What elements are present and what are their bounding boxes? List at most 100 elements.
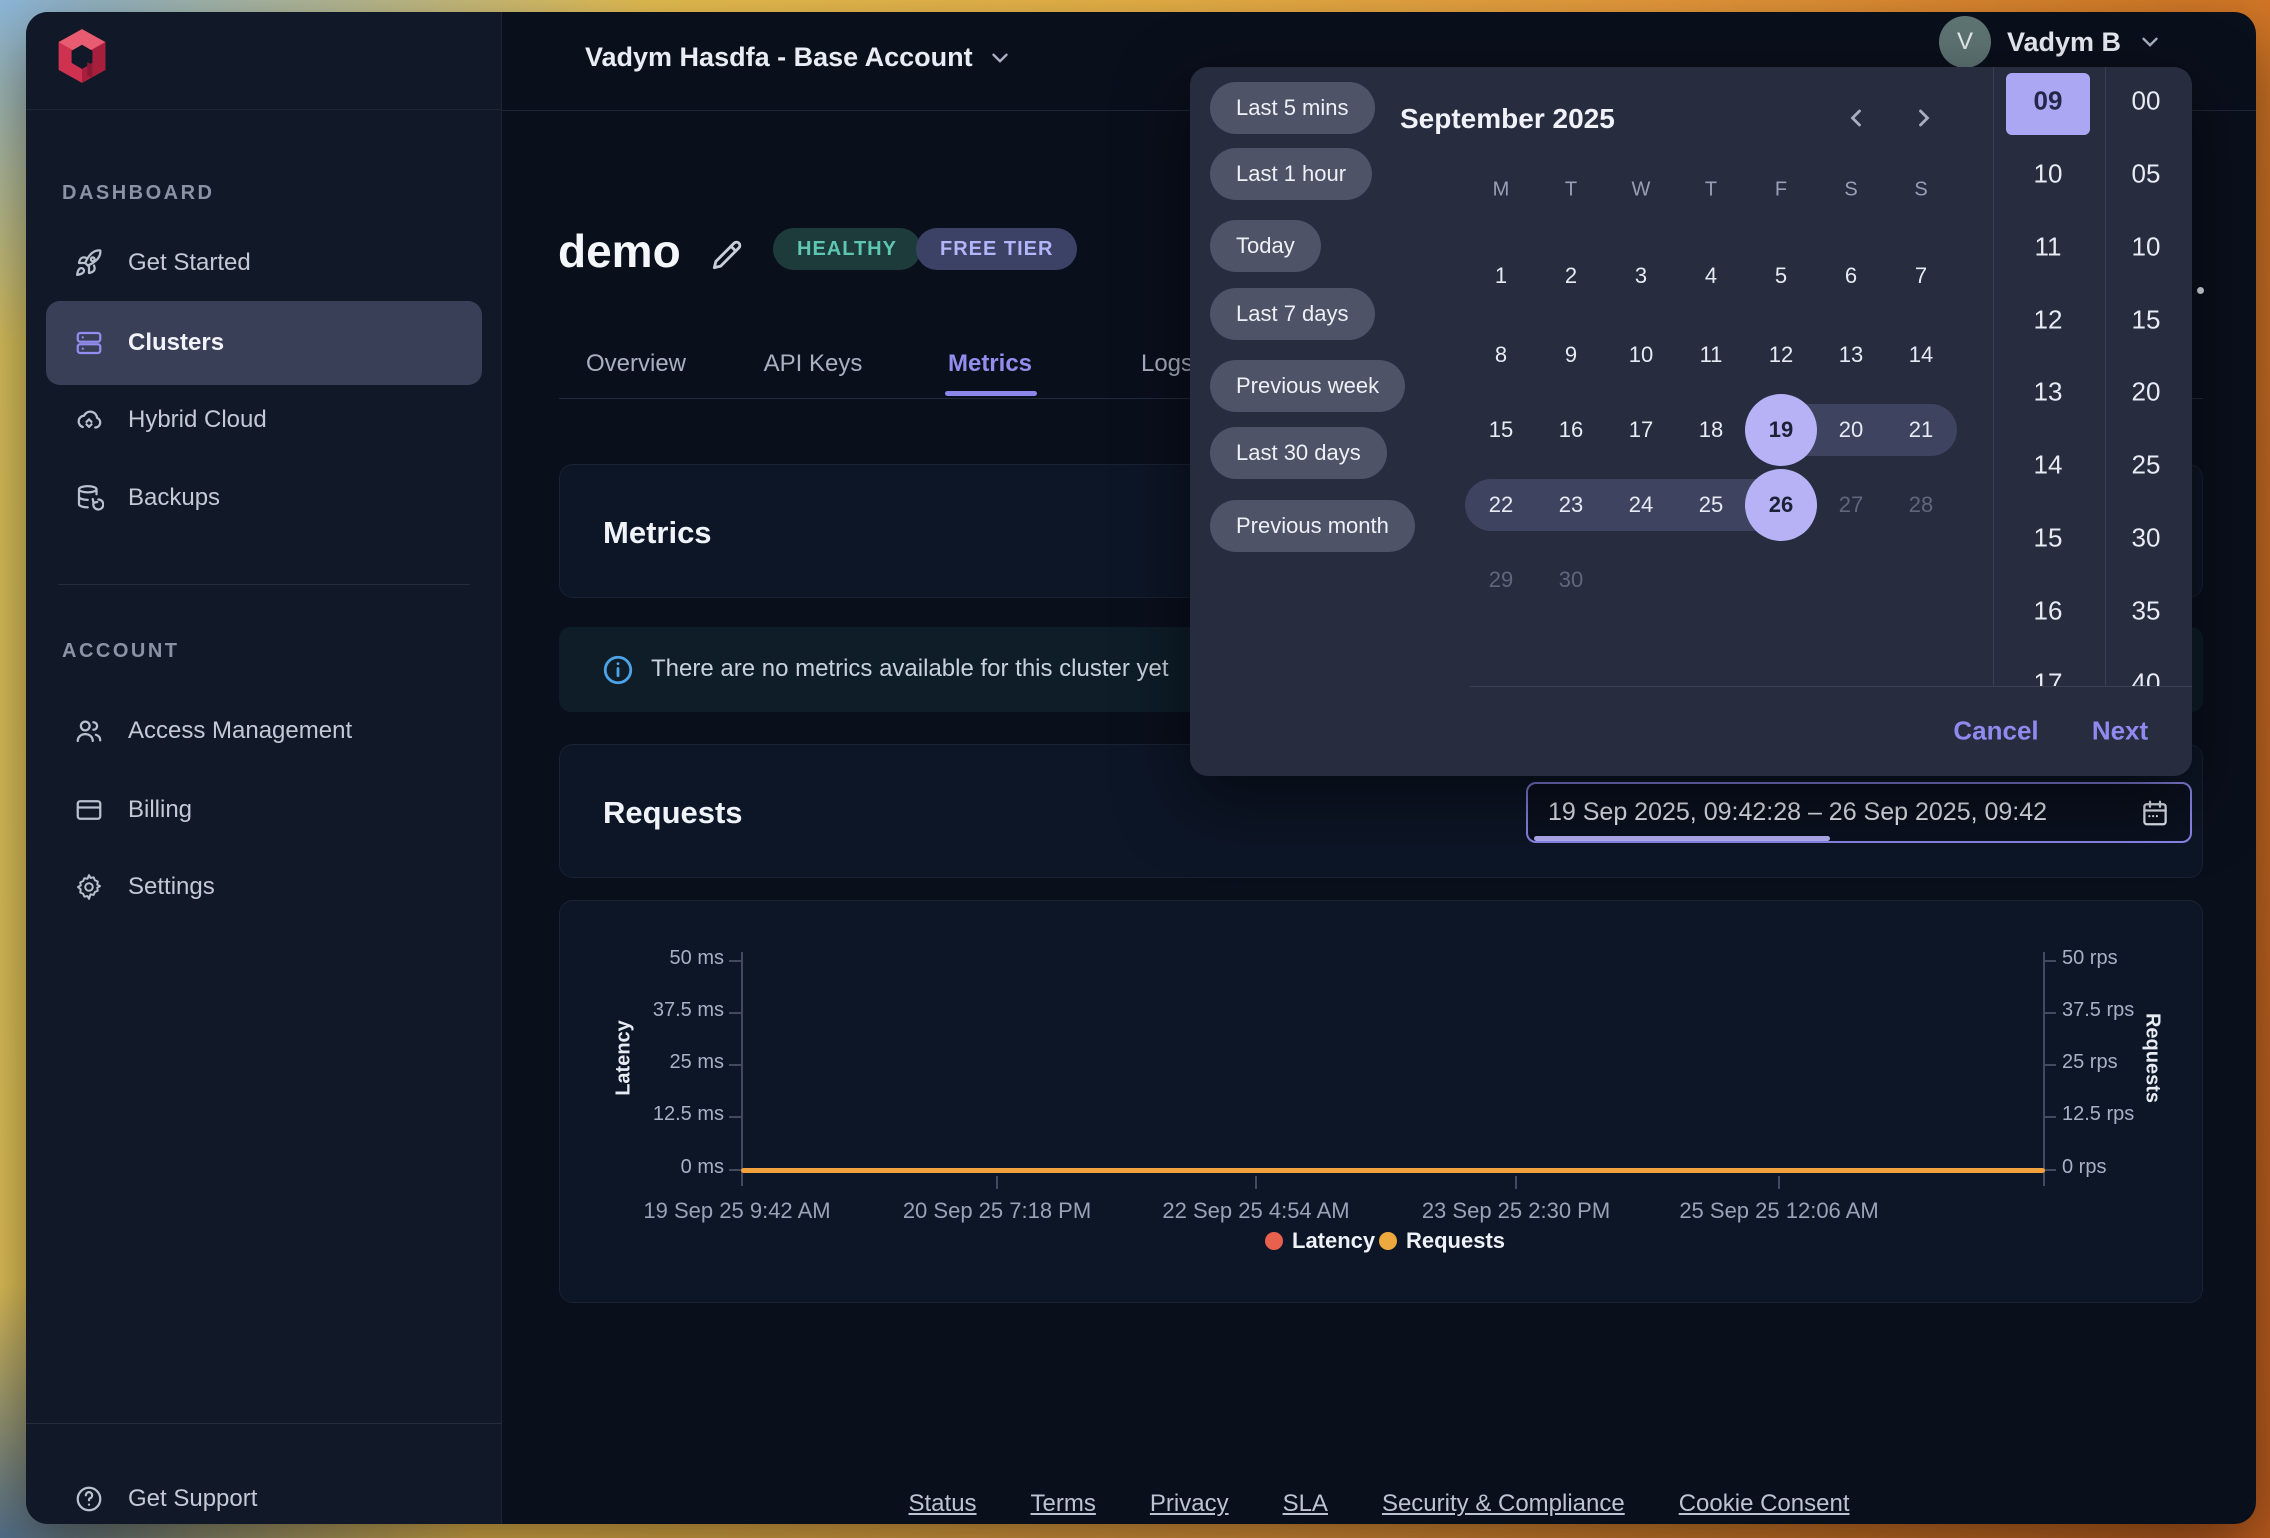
quick-option-last-5-mins[interactable]: Last 5 mins [1210, 82, 1375, 134]
date-range-input[interactable]: 19 Sep 2025, 09:42:28 – 26 Sep 2025, 09:… [1526, 782, 2192, 843]
qdrant-logo-icon[interactable] [56, 26, 108, 86]
minute-option[interactable]: 35 [2132, 596, 2161, 627]
quick-option-last-1-hour[interactable]: Last 1 hour [1210, 148, 1372, 200]
account-selector[interactable]: Vadym Hasdfa - Base Account [585, 42, 1013, 73]
calendar-day[interactable]: 23 [1559, 492, 1583, 518]
minute-option[interactable]: 20 [2132, 377, 2161, 408]
footer-link-terms[interactable]: Terms [1031, 1490, 1096, 1518]
left-axis-tick: 50 ms [586, 947, 724, 970]
sidebar-item-get-support[interactable]: Get Support [46, 1471, 482, 1524]
calendar-day[interactable]: 3 [1635, 263, 1647, 289]
calendar-day[interactable]: 21 [1909, 417, 1933, 443]
tick [1255, 1176, 1257, 1189]
tab-overview[interactable]: Overview [586, 350, 686, 378]
sidebar-item-access-management[interactable]: Access Management [46, 703, 482, 759]
minute-option[interactable]: 15 [2132, 305, 2161, 336]
calendar-day[interactable]: 2 [1565, 263, 1577, 289]
left-axis-tick: 25 ms [586, 1051, 724, 1074]
sidebar-item-clusters[interactable]: Clusters [46, 301, 482, 385]
cluster-name: demo [558, 224, 681, 278]
calendar-day[interactable]: 15 [1489, 417, 1513, 443]
tab-logs[interactable]: Logs [1141, 350, 1193, 378]
hour-option[interactable]: 16 [2034, 596, 2063, 627]
calendar-day[interactable]: 5 [1775, 263, 1787, 289]
cancel-button[interactable]: Cancel [1953, 716, 2038, 747]
sidebar-item-billing[interactable]: Billing [46, 782, 482, 838]
tick [2043, 1064, 2056, 1066]
legend-label-requests[interactable]: Requests [1406, 1228, 1505, 1254]
quick-option-last-30-days[interactable]: Last 30 days [1210, 427, 1387, 479]
calendar-day[interactable]: 1 [1495, 263, 1507, 289]
calendar-day-range-start[interactable]: 19 [1769, 417, 1793, 443]
calendar-day[interactable]: 14 [1909, 342, 1933, 368]
calendar-day[interactable]: 4 [1705, 263, 1717, 289]
calendar-day[interactable]: 8 [1495, 342, 1507, 368]
calendar-day[interactable]: 17 [1629, 417, 1653, 443]
quick-option-previous-month[interactable]: Previous month [1210, 500, 1415, 552]
quick-option-previous-week[interactable]: Previous week [1210, 360, 1405, 412]
minute-option[interactable]: 10 [2132, 232, 2161, 263]
tab-metrics[interactable]: Metrics [948, 350, 1032, 378]
calendar-day[interactable]: 6 [1845, 263, 1857, 289]
hour-option[interactable]: 14 [2034, 450, 2063, 481]
sidebar-item-settings[interactable]: Settings [46, 859, 482, 915]
calendar-day[interactable]: 10 [1629, 342, 1653, 368]
legend-label-latency[interactable]: Latency [1292, 1228, 1375, 1254]
calendar-prev-icon[interactable] [1842, 104, 1870, 132]
footer: Status Terms Privacy SLA Security & Comp… [502, 1490, 2256, 1518]
calendar-day[interactable]: 11 [1700, 342, 1723, 368]
minute-option[interactable]: 25 [2132, 450, 2161, 481]
minute-option[interactable]: 05 [2132, 159, 2161, 190]
edit-pencil-icon[interactable] [708, 236, 746, 274]
footer-link-sla[interactable]: SLA [1283, 1490, 1328, 1518]
hour-option[interactable]: 11 [2035, 232, 2062, 263]
user-menu[interactable]: V Vadym B [1939, 16, 2163, 68]
weekday-header: S [1844, 179, 1857, 202]
info-icon [601, 653, 635, 687]
next-button[interactable]: Next [2092, 716, 2148, 747]
calendar-day[interactable]: 25 [1699, 492, 1723, 518]
calendar-day-disabled[interactable]: 27 [1839, 492, 1863, 518]
calendar-day[interactable]: 7 [1915, 263, 1927, 289]
calendar-icon[interactable] [2140, 798, 2170, 828]
calendar-day[interactable]: 24 [1629, 492, 1653, 518]
calendar-day[interactable]: 20 [1839, 417, 1863, 443]
footer-link-security-compliance[interactable]: Security & Compliance [1382, 1490, 1625, 1518]
calendar-day[interactable]: 16 [1559, 417, 1583, 443]
hour-option[interactable]: 12 [2034, 305, 2063, 336]
sidebar-item-hybrid-cloud[interactable]: Hybrid Cloud [46, 392, 482, 448]
minute-option[interactable]: 30 [2132, 523, 2161, 554]
calendar-day[interactable]: 12 [1769, 342, 1793, 368]
quick-option-today[interactable]: Today [1210, 220, 1321, 272]
hour-option[interactable]: 13 [2034, 377, 2063, 408]
hour-option[interactable]: 10 [2034, 159, 2063, 190]
calendar-day[interactable]: 9 [1565, 342, 1577, 368]
tick [729, 960, 742, 962]
hour-option-selected[interactable]: 09 [2034, 86, 2063, 117]
sidebar-item-get-started[interactable]: Get Started [46, 235, 482, 291]
footer-link-status[interactable]: Status [909, 1490, 977, 1518]
calendar-next-icon[interactable] [1910, 104, 1938, 132]
calendar-day[interactable]: 18 [1699, 417, 1723, 443]
x-axis-label: 23 Sep 25 2:30 PM [1422, 1198, 1610, 1224]
sidebar-item-backups[interactable]: Backups [46, 470, 482, 526]
calendar-day-disabled[interactable]: 28 [1909, 492, 1933, 518]
footer-link-privacy[interactable]: Privacy [1150, 1490, 1229, 1518]
calendar-day-disabled[interactable]: 29 [1489, 567, 1513, 593]
weekday-header: T [1705, 179, 1717, 202]
quick-option-last-7-days[interactable]: Last 7 days [1210, 288, 1375, 340]
left-axis-tick: 37.5 ms [586, 999, 724, 1022]
hour-option[interactable]: 15 [2034, 523, 2063, 554]
status-badge: HEALTHY [773, 228, 921, 270]
calendar-day-range-end[interactable]: 26 [1769, 492, 1793, 518]
footer-link-cookie-consent[interactable]: Cookie Consent [1679, 1490, 1850, 1518]
calendar-day[interactable]: 13 [1839, 342, 1863, 368]
calendar-day-disabled[interactable]: 30 [1559, 567, 1583, 593]
tab-api-keys[interactable]: API Keys [764, 350, 863, 378]
x-axis-label: 20 Sep 25 7:18 PM [903, 1198, 1091, 1224]
minute-option[interactable]: 00 [2132, 86, 2161, 117]
calendar-day[interactable]: 22 [1489, 492, 1513, 518]
backups-icon [74, 483, 104, 513]
minute-option[interactable]: 40 [2132, 668, 2161, 687]
hour-option[interactable]: 17 [2034, 668, 2063, 687]
